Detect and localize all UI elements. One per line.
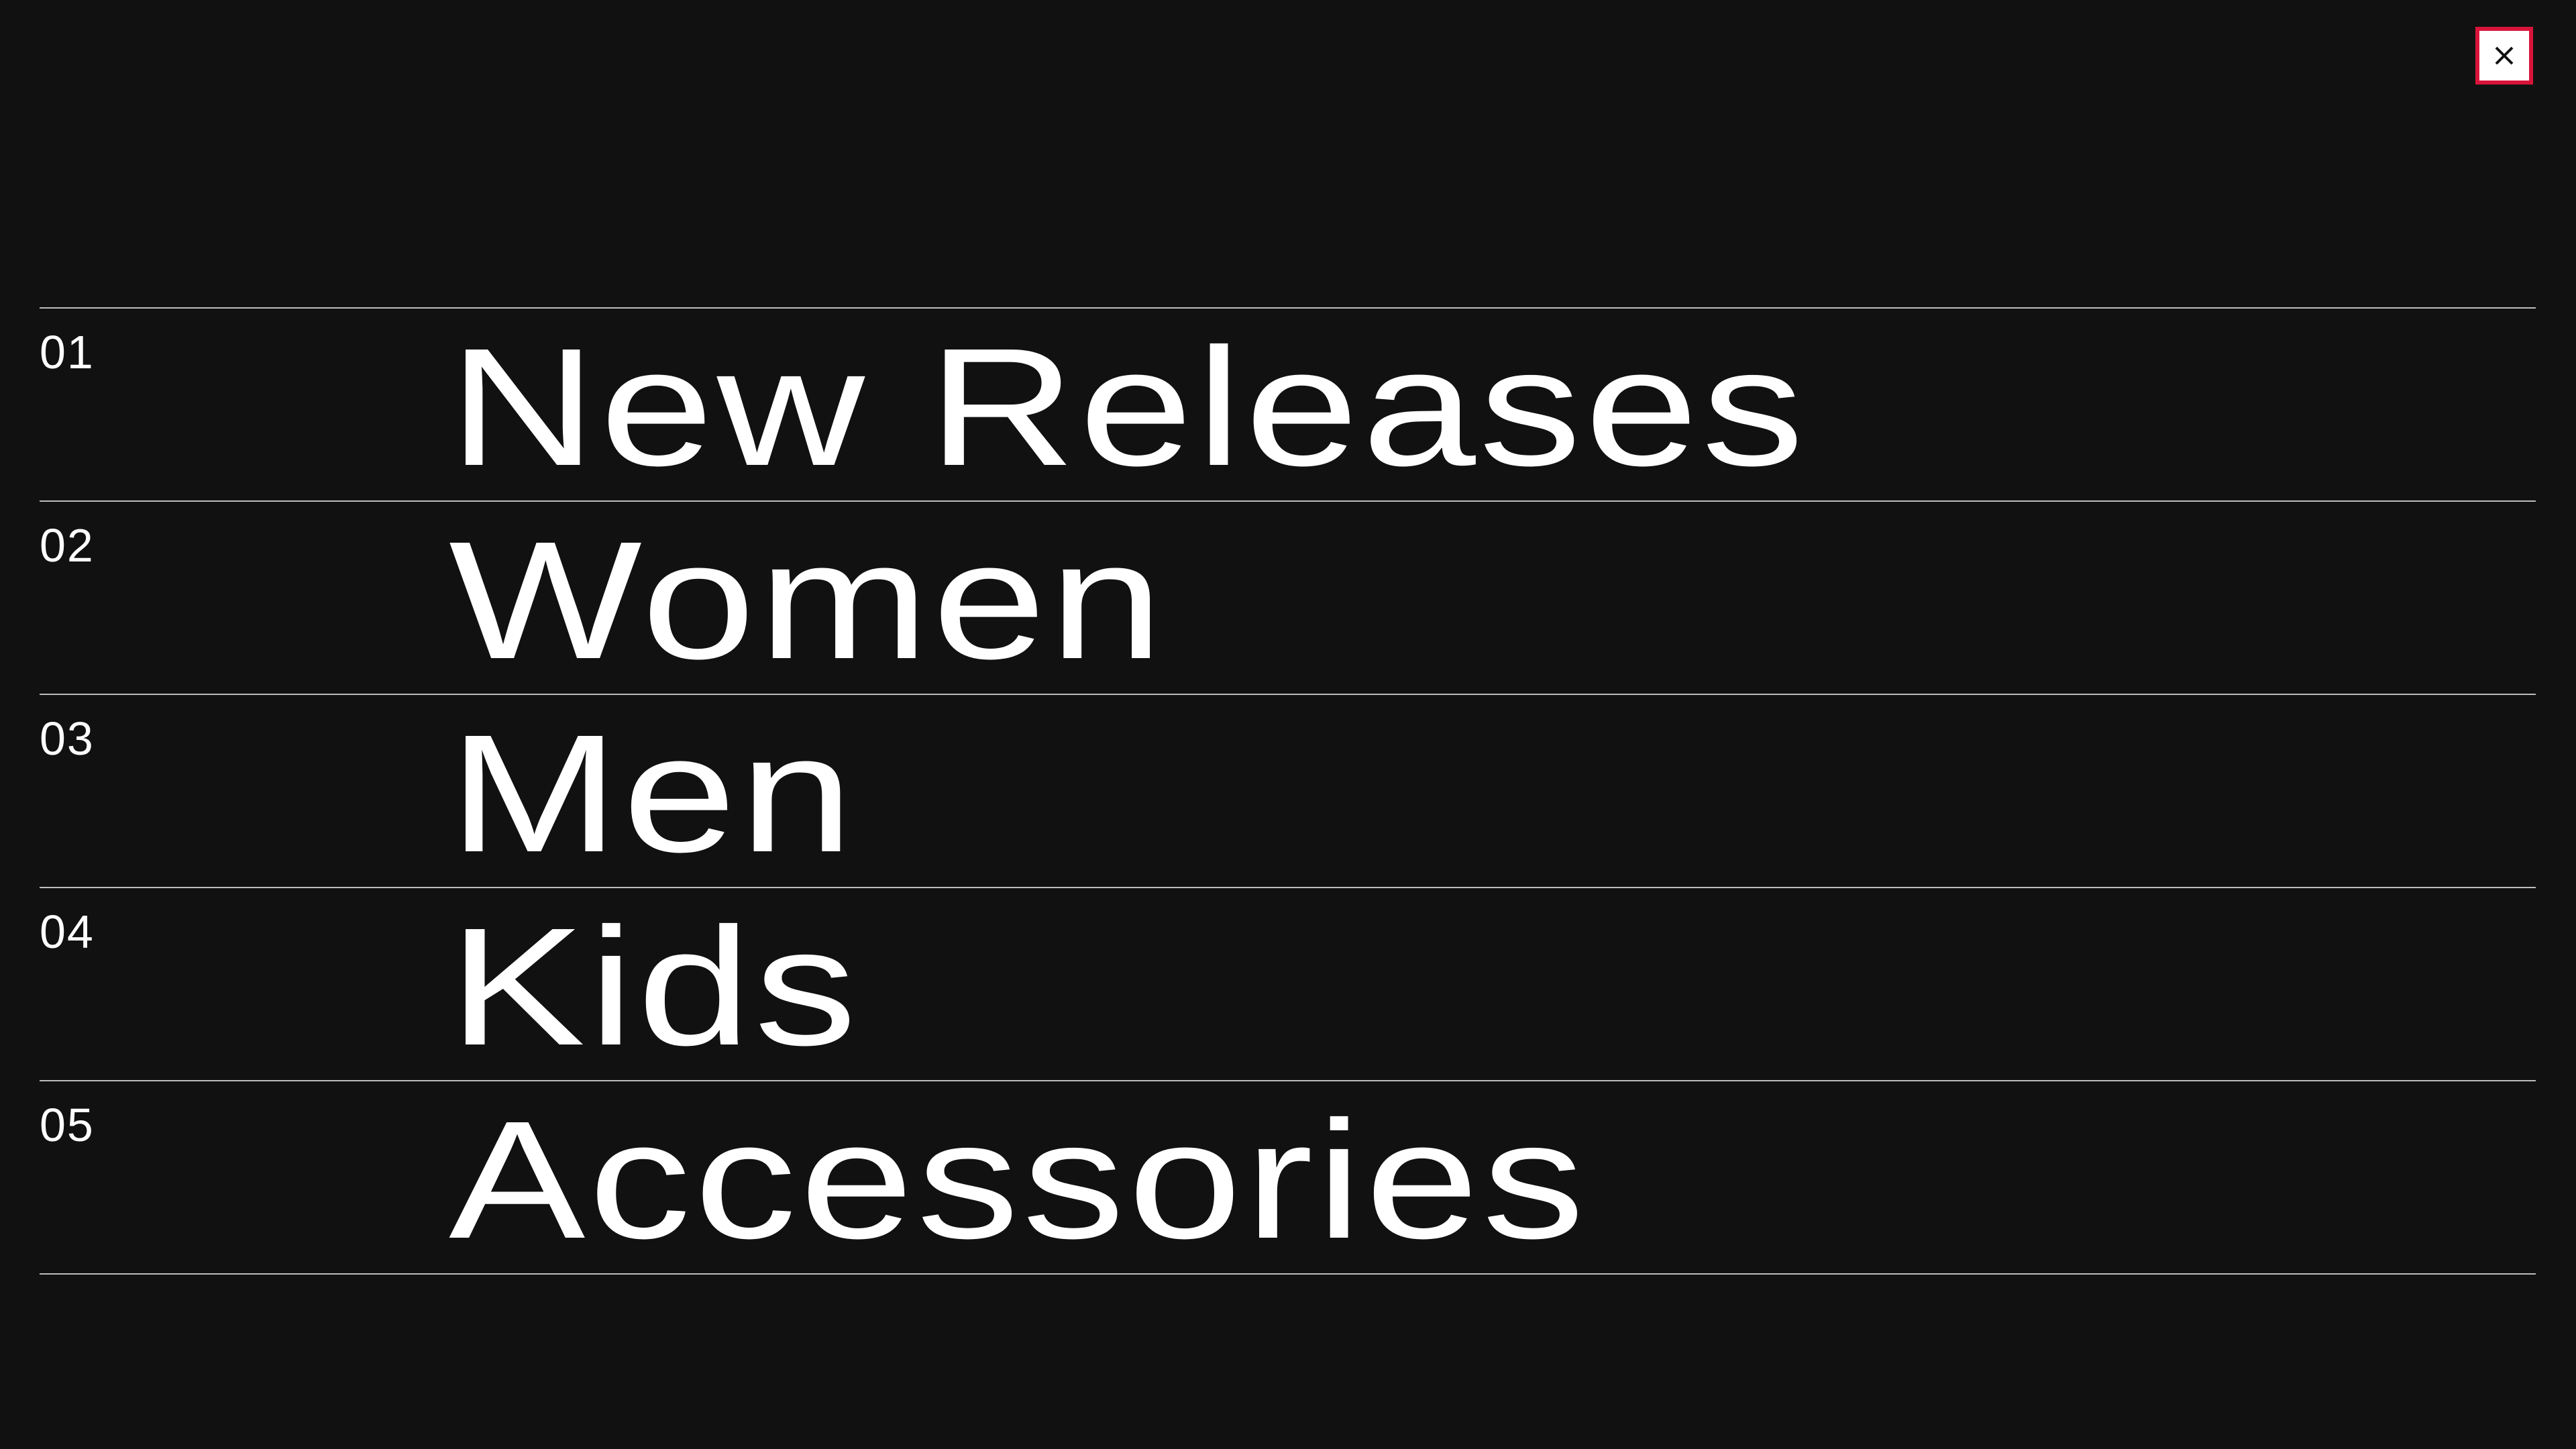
menu-item-accessories[interactable]: 05 Accessories <box>40 1081 2536 1275</box>
menu-item-number: 04 <box>40 906 95 958</box>
menu-item-kids[interactable]: 04 Kids <box>40 888 2536 1081</box>
menu-item-label[interactable]: Accessories <box>449 1096 1588 1264</box>
menu-item-number: 05 <box>40 1099 95 1151</box>
close-button[interactable] <box>2475 27 2533 85</box>
menu-item-label[interactable]: New Releases <box>449 323 1807 491</box>
menu-item-number: 02 <box>40 519 95 572</box>
menu-item-label[interactable]: Kids <box>449 903 860 1071</box>
menu-item-women[interactable]: 02 Women <box>40 502 2536 695</box>
menu-item-men[interactable]: 03 Men <box>40 695 2536 888</box>
close-icon <box>2494 46 2514 66</box>
menu-item-label[interactable]: Men <box>449 710 857 877</box>
navigation-overlay: { "close_button": { "icon": "close-icon"… <box>0 0 2576 1449</box>
menu-item-number: 01 <box>40 326 95 378</box>
menu-item-label[interactable]: Women <box>449 517 1167 684</box>
menu-item-new-releases[interactable]: 01 New Releases <box>40 309 2536 502</box>
menu-item-number: 03 <box>40 712 95 765</box>
main-menu: 01 New Releases 02 Women 03 Men 04 Kids … <box>40 307 2536 1275</box>
